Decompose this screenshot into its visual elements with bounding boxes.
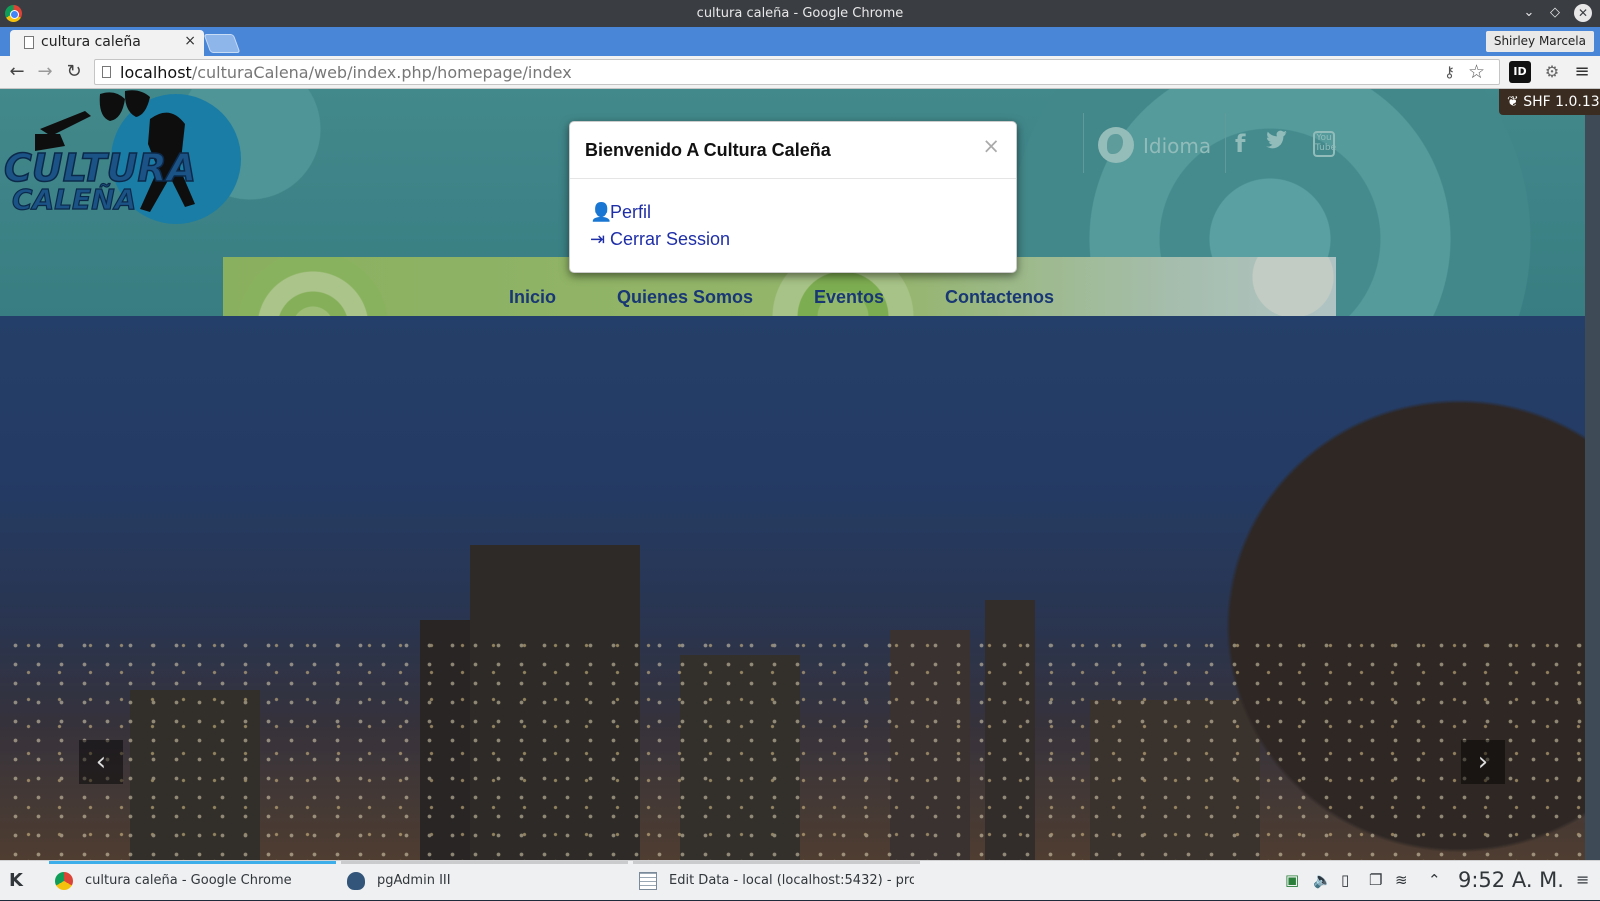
document-icon (24, 36, 34, 49)
tab-close-icon[interactable]: × (184, 33, 196, 49)
minimize-icon[interactable]: ⌄ (1520, 4, 1538, 22)
task-indicator (341, 861, 628, 864)
task-indicator (633, 861, 920, 864)
task-label: Edit Data - local (localhost:5432) - pro… (669, 873, 914, 888)
volume-icon[interactable]: 🔈 (1313, 871, 1332, 889)
chrome-menu-icon[interactable]: ≡ (1571, 61, 1593, 83)
carousel-prev-button[interactable]: ‹ (79, 740, 123, 784)
logout-link[interactable]: ⇥ Cerrar Session (590, 229, 730, 250)
bookmark-star-icon[interactable]: ☆ (1468, 61, 1485, 83)
sign-out-icon: ⇥ (590, 229, 606, 249)
leaf-icon: ❦ (1507, 94, 1524, 110)
chrome-icon (55, 872, 73, 890)
task-chrome[interactable]: cultura caleña - Google Chrome (49, 861, 336, 901)
clipboard-icon[interactable]: ❐ (1369, 871, 1382, 889)
taskbar: K cultura caleña - Google Chrome pgAdmin… (0, 860, 1600, 900)
page-scrollbar[interactable] (1585, 89, 1600, 860)
profile-link[interactable]: 👤Perfil (590, 202, 651, 223)
tab-strip: cultura caleña × Shirley Marcela (0, 27, 1600, 56)
spreadsheet-icon (639, 872, 657, 890)
task-label: cultura caleña - Google Chrome (85, 873, 292, 888)
pgadmin-elephant-icon (347, 872, 365, 890)
modal-header: Bienvenido A Cultura Caleña × (570, 122, 1016, 179)
modal-title: Bienvenido A Cultura Caleña (585, 140, 831, 160)
tab-cultura-calena[interactable]: cultura caleña × (10, 30, 204, 56)
user-icon: 👤 (590, 202, 613, 222)
maximize-icon[interactable]: ◇ (1546, 4, 1564, 22)
profile-button[interactable]: Shirley Marcela (1485, 31, 1594, 52)
clock[interactable]: 9:52 A. M. (1458, 868, 1564, 892)
window-titlebar: cultura caleña - Google Chrome ⌄ ◇ ✕ (0, 0, 1600, 27)
task-label: pgAdmin III (377, 873, 451, 888)
tab-label: cultura caleña (41, 34, 141, 50)
active-task-indicator (49, 861, 336, 864)
url-text[interactable]: localhost/culturaCalena/web/index.php/ho… (120, 63, 572, 82)
new-tab-button[interactable] (203, 34, 241, 53)
back-arrow-icon[interactable]: ← (6, 61, 28, 83)
panel-menu-icon[interactable]: ≡ (1576, 870, 1589, 889)
page-icon (102, 66, 111, 78)
browser-toolbar: ← → ↻ localhost/culturaCalena/web/index.… (0, 56, 1600, 89)
shf-version-badge[interactable]: ❦ SHF 1.0.13 (1499, 89, 1600, 115)
window-title: cultura caleña - Google Chrome (696, 6, 904, 21)
welcome-modal: Bienvenido A Cultura Caleña × 👤Perfil ⇥ C… (569, 121, 1017, 273)
wifi-icon[interactable]: ≋ (1395, 871, 1408, 889)
task-pgadmin[interactable]: pgAdmin III (341, 861, 628, 901)
kde-launcher-icon[interactable]: K (9, 870, 23, 891)
battery-icon[interactable]: ▯ (1341, 871, 1349, 889)
modal-close-button[interactable]: × (982, 134, 1000, 158)
extension-id-icon[interactable]: ID (1509, 61, 1531, 83)
carousel-next-button[interactable]: › (1461, 740, 1505, 784)
close-window-icon[interactable]: ✕ (1574, 4, 1592, 22)
extension-off-icon[interactable]: ⚙ (1541, 61, 1563, 83)
address-bar[interactable]: localhost/culturaCalena/web/index.php/ho… (94, 59, 1500, 85)
task-edit-data[interactable]: Edit Data - local (localhost:5432) - pro… (633, 861, 920, 901)
forward-arrow-icon[interactable]: → (34, 61, 56, 83)
tray-expand-icon[interactable]: ⌃ (1428, 871, 1441, 889)
key-icon[interactable]: ⚷ (1444, 63, 1455, 81)
network-manager-icon[interactable]: ▣ (1285, 871, 1299, 889)
reload-icon[interactable]: ↻ (63, 61, 85, 83)
